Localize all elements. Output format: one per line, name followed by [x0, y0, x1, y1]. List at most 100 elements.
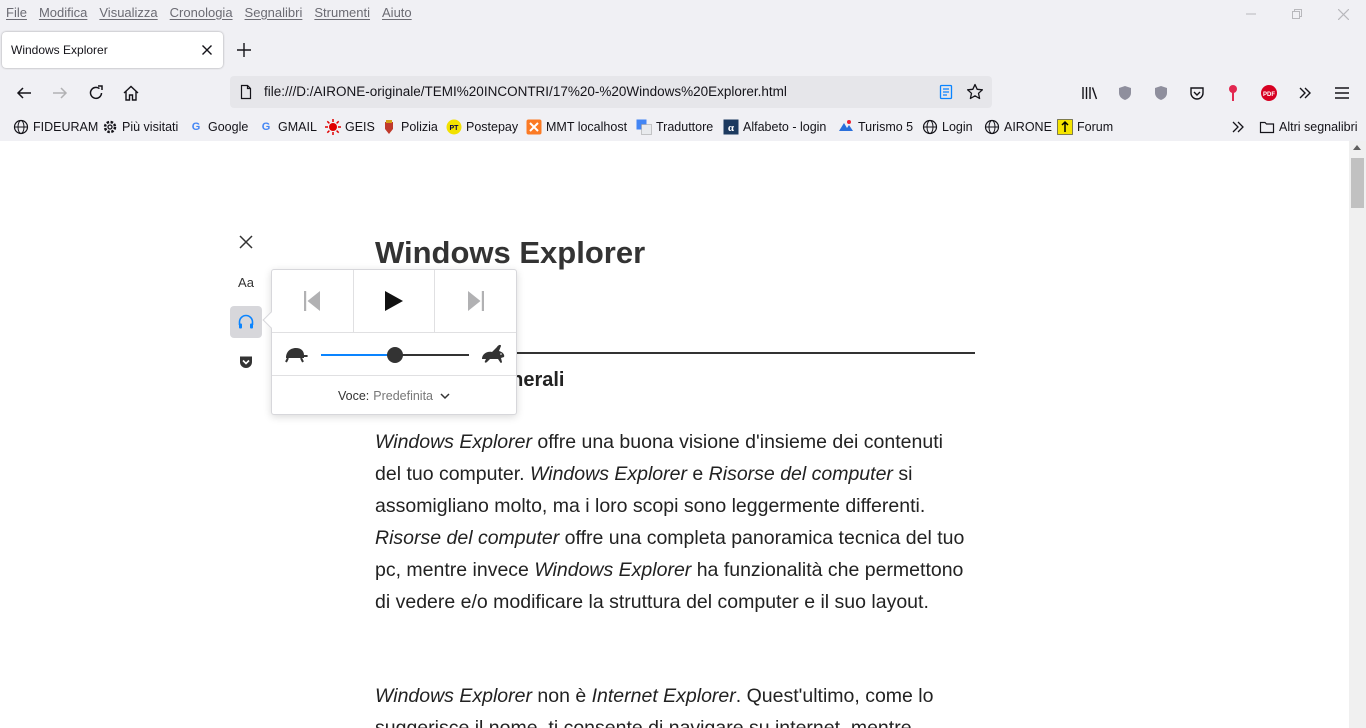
menu-file[interactable]: File: [6, 5, 27, 20]
arrow-right-icon: [53, 87, 68, 99]
home-icon: [123, 85, 139, 101]
voice-label: Voce:: [337, 389, 370, 403]
bookmark-geis[interactable]: GEIS: [325, 118, 375, 136]
playback-controls: [272, 270, 516, 333]
bookmark-traduttore[interactable]: Traduttore: [636, 118, 713, 136]
bookmark-forum[interactable]: Forum: [1057, 118, 1113, 136]
menu-modifica[interactable]: Modifica: [39, 5, 87, 20]
pin-icon: [1229, 85, 1237, 101]
save-to-pocket-button[interactable]: [230, 346, 262, 378]
close-window-button[interactable]: [1320, 0, 1366, 28]
narrate-button[interactable]: [230, 306, 262, 338]
vertical-scrollbar[interactable]: [1349, 141, 1366, 728]
bookmark-airone[interactable]: AIRONE: [984, 118, 1052, 136]
play-button[interactable]: [354, 270, 436, 332]
bookmark-star-icon[interactable]: [966, 83, 984, 101]
bookmark-alfabeto-login[interactable]: α Alfabeto - login: [723, 118, 826, 136]
bookmarks-bar: FIDEURAM Più visitati G Google G GMAIL G…: [0, 114, 1366, 140]
menu-strumenti[interactable]: Strumenti: [314, 5, 370, 20]
scroll-up-arrow-icon[interactable]: [1353, 145, 1361, 150]
app-menu-button[interactable]: [1327, 78, 1357, 108]
extension-shield-1[interactable]: [1110, 78, 1140, 108]
folder-icon: [1259, 121, 1275, 134]
home-button[interactable]: [116, 78, 146, 108]
previous-paragraph-button[interactable]: [272, 270, 354, 332]
paragraph-1: Windows Explorer offre una buona visione…: [375, 426, 965, 618]
play-icon: [385, 291, 403, 311]
voice-select[interactable]: Voce: Predefinita: [272, 377, 516, 415]
speed-slider-handle[interactable]: [387, 347, 403, 363]
url-bar[interactable]: file:///D:/AIRONE-originale/TEMI%20INCON…: [230, 76, 992, 108]
typography-button[interactable]: Aa: [230, 266, 262, 298]
menu-segnalibri[interactable]: Segnalibri: [245, 5, 303, 20]
tab-close-button[interactable]: [197, 40, 217, 60]
bookmark-label: Google: [208, 120, 249, 134]
speed-control: [272, 334, 516, 376]
alpha-icon: α: [723, 119, 739, 135]
extension-pdf-button[interactable]: PDF: [1254, 78, 1284, 108]
close-icon: [1337, 8, 1349, 20]
scrollbar-thumb[interactable]: [1351, 158, 1364, 208]
overflow-button[interactable]: [1290, 78, 1320, 108]
svg-text:PT: PT: [450, 125, 460, 132]
tab-bar: Windows Explorer: [0, 32, 1366, 68]
extension-pin-button[interactable]: [1218, 78, 1248, 108]
tab-windows-explorer[interactable]: Windows Explorer: [2, 32, 223, 68]
reload-button[interactable]: [81, 78, 111, 108]
body-text: non è: [531, 685, 592, 707]
emphasis-text: Windows Explorer: [530, 463, 687, 485]
close-icon: [202, 45, 212, 55]
next-paragraph-button[interactable]: [435, 270, 516, 332]
new-tab-button[interactable]: [232, 38, 256, 62]
rabbit-icon: [482, 344, 505, 363]
bookmark-piu-visitati[interactable]: Più visitati: [102, 118, 178, 136]
body-text: e: [686, 463, 709, 485]
skip-back-icon: [304, 291, 321, 311]
reader-view-icon[interactable]: [938, 84, 954, 100]
gear-icon: [103, 120, 117, 134]
pocket-button[interactable]: [1182, 78, 1212, 108]
minimize-icon: [1246, 13, 1256, 15]
bookmark-mmt-localhost[interactable]: MMT localhost: [526, 118, 627, 136]
xampp-icon: [526, 119, 542, 135]
bookmark-login[interactable]: Login: [922, 118, 973, 136]
bookmark-label: MMT localhost: [546, 120, 628, 134]
library-button[interactable]: [1075, 78, 1105, 108]
chevron-double-right-icon: [1299, 87, 1311, 99]
speed-slider-fill: [321, 354, 395, 356]
menu-visualizza[interactable]: Visualizza: [99, 5, 157, 20]
google-icon: G: [191, 121, 201, 133]
bookmark-label: GMAIL: [278, 120, 317, 134]
bookmark-fideuram[interactable]: FIDEURAM: [13, 118, 98, 136]
bookmark-google[interactable]: G Google: [188, 118, 249, 136]
arrow-left-icon: [16, 87, 31, 99]
bookmark-label: Alfabeto - login: [743, 120, 827, 134]
crest-icon: [385, 120, 393, 134]
bookmark-polizia[interactable]: Polizia: [381, 118, 438, 136]
minimize-button[interactable]: [1228, 0, 1274, 28]
turismo-icon: [839, 120, 853, 131]
bookmark-gmail[interactable]: G GMAIL: [258, 118, 317, 136]
bookmark-label: Login: [942, 120, 973, 134]
page-icon: [240, 84, 252, 100]
nav-bar: file:///D:/AIRONE-originale/TEMI%20INCON…: [0, 74, 1366, 112]
extension-shield-2[interactable]: [1146, 78, 1176, 108]
bookmark-label: Postepay: [466, 120, 519, 134]
paragraph-2: Windows Explorer non è Internet Explorer…: [375, 680, 965, 728]
bookmark-postepay[interactable]: PT Postepay: [446, 118, 518, 136]
emphasis-text: Windows Explorer: [534, 559, 692, 581]
forward-button[interactable]: [45, 78, 75, 108]
library-icon: [1082, 87, 1098, 100]
close-reader-button[interactable]: [230, 226, 262, 258]
emphasis-text: Risorse del computer: [708, 463, 893, 485]
forum-icon: [1057, 119, 1073, 135]
menu-cronologia[interactable]: Cronologia: [170, 5, 233, 20]
back-button[interactable]: [9, 78, 39, 108]
chevron-double-right-icon: [1232, 121, 1244, 133]
bookmark-turismo-5[interactable]: Turismo 5: [838, 118, 913, 136]
bookmarks-overflow-button[interactable]: [1230, 118, 1250, 136]
menu-aiuto[interactable]: Aiuto: [382, 5, 412, 20]
url-text: file:///D:/AIRONE-originale/TEMI%20INCON…: [264, 84, 787, 99]
restore-button[interactable]: [1274, 0, 1320, 28]
other-bookmarks-folder[interactable]: Altri segnalibri: [1259, 118, 1358, 136]
